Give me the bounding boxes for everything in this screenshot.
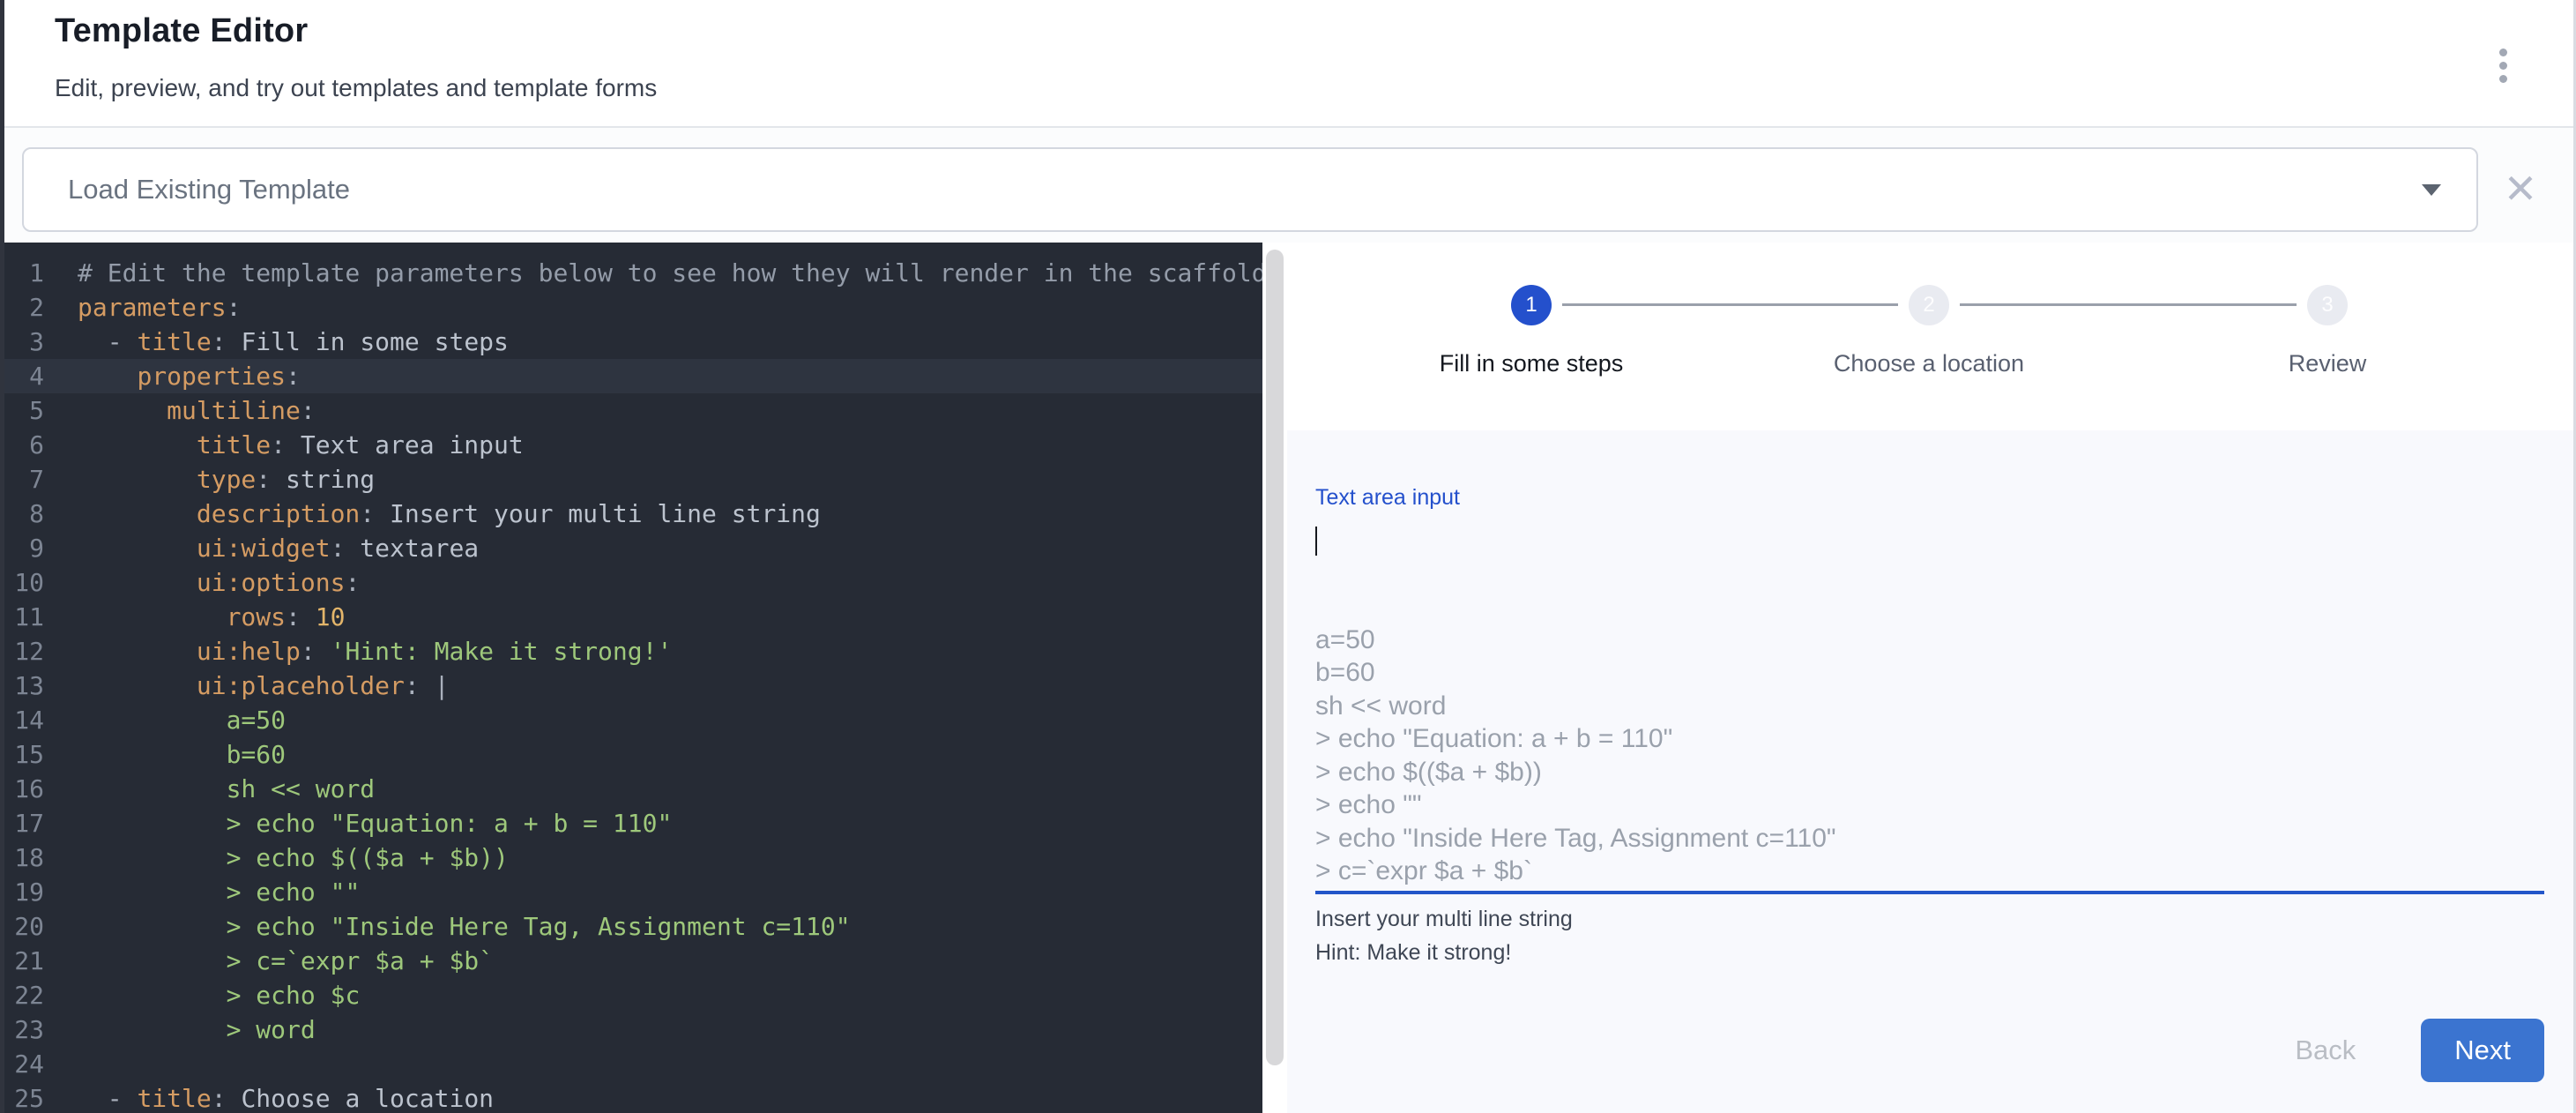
stepper-connector: [1960, 303, 2297, 306]
textarea-line: > echo "Inside Here Tag, Assignment c=11…: [1315, 822, 2544, 855]
editor-line-4: 4 properties:: [0, 359, 1262, 393]
editor-line-1: 1# Edit the template parameters below to…: [0, 256, 1262, 290]
line-number: 3: [0, 325, 44, 359]
editor-line-5: 5 multiline:: [0, 393, 1262, 428]
multiline-textarea[interactable]: a=50b=60sh << word> echo "Equation: a + …: [1315, 524, 2544, 891]
line-number: 20: [0, 909, 44, 944]
line-number: 22: [0, 978, 44, 1012]
line-number: 6: [0, 428, 44, 462]
textarea-line: sh << word: [1315, 690, 2544, 723]
kebab-menu-icon: [2499, 49, 2507, 56]
textarea-line: > c=`expr $a + $b`: [1315, 855, 2544, 888]
form-card: Text area input a=50b=60sh << word> echo…: [1287, 430, 2576, 1113]
line-number: 23: [0, 1012, 44, 1047]
line-number: 15: [0, 737, 44, 772]
editor-line-23: 23 > word: [0, 1012, 1262, 1047]
textarea-line: > echo $(($a + $b)): [1315, 756, 2544, 789]
step-label-3: Review: [2142, 350, 2513, 377]
editor-line-18: 18 > echo $(($a + $b)): [0, 840, 1262, 875]
caret-down-icon: [2422, 184, 2441, 196]
editor-line-6: 6 title: Text area input: [0, 428, 1262, 462]
line-number: 10: [0, 565, 44, 600]
editor-line-3: 3 - title: Fill in some steps: [0, 325, 1262, 359]
form-preview-panel: 1 Fill in some steps 2 Choose a location 3 Re…: [1287, 243, 2576, 1113]
line-number: 13: [0, 669, 44, 703]
line-number: 4: [0, 359, 44, 393]
next-button[interactable]: Next: [2421, 1019, 2544, 1082]
line-number: 1: [0, 256, 44, 290]
editor-line-12: 12 ui:help: 'Hint: Make it strong!': [0, 634, 1262, 669]
editor-line-22: 22 > echo $c: [0, 978, 1262, 1012]
editor-line-15: 15 b=60: [0, 737, 1262, 772]
page-title: Template Editor: [55, 12, 308, 50]
line-number: 7: [0, 462, 44, 497]
page-left-border: [0, 0, 4, 1113]
line-number: 18: [0, 840, 44, 875]
line-number: 25: [0, 1081, 44, 1113]
editor-line-7: 7 type: string: [0, 462, 1262, 497]
line-number: 19: [0, 875, 44, 909]
editor-code: 1# Edit the template parameters below to…: [0, 256, 1262, 1113]
editor-line-24: 24: [0, 1047, 1262, 1081]
editor-line-2: 2parameters:: [0, 290, 1262, 325]
textarea-line: b=60: [1315, 656, 2544, 690]
kebab-menu-button[interactable]: [2483, 42, 2522, 88]
textarea-line: > echo "Equation: a + b = 110": [1315, 722, 2544, 756]
field-label: Text area input: [1315, 485, 2544, 511]
editor-scrollbar-thumb[interactable]: [1266, 250, 1284, 1065]
line-number: 8: [0, 497, 44, 531]
step-label-2: Choose a location: [1744, 350, 2114, 377]
editor-line-21: 21 > c=`expr $a + $b`: [0, 944, 1262, 978]
code-editor[interactable]: 1# Edit the template parameters below to…: [0, 243, 1262, 1113]
load-template-select[interactable]: Load Existing Template: [22, 147, 2478, 232]
editor-line-14: 14 a=50: [0, 703, 1262, 737]
textarea-line: a=50: [1315, 624, 2544, 657]
back-button[interactable]: Back: [2279, 1026, 2371, 1075]
line-number: 12: [0, 634, 44, 669]
line-number: 16: [0, 772, 44, 806]
line-number: 5: [0, 393, 44, 428]
stepper: 1 Fill in some steps 2 Choose a location 3 Re…: [1287, 243, 2576, 430]
step-label-1: Fill in some steps: [1346, 350, 1716, 377]
editor-line-8: 8 description: Insert your multi line st…: [0, 497, 1262, 531]
textarea-focus-underline: [1315, 891, 2544, 894]
editor-line-16: 16 sh << word: [0, 772, 1262, 806]
form-actions: Back Next: [1315, 1019, 2544, 1082]
line-number: 11: [0, 600, 44, 634]
editor-line-10: 10 ui:options:: [0, 565, 1262, 600]
line-number: 14: [0, 703, 44, 737]
line-number: 2: [0, 290, 44, 325]
main-split: 1# Edit the template parameters below to…: [0, 243, 2576, 1113]
clear-selection-button[interactable]: ✕: [2496, 140, 2545, 237]
textarea-line: > echo $c: [1315, 888, 2544, 892]
field-description: Insert your multi line string: [1315, 906, 2544, 932]
editor-line-17: 17 > echo "Equation: a + b = 110": [0, 806, 1262, 840]
field-help: Hint: Make it strong!: [1315, 939, 2544, 966]
line-number: 9: [0, 531, 44, 565]
line-number: 17: [0, 806, 44, 840]
editor-line-11: 11 rows: 10: [0, 600, 1262, 634]
line-number: 24: [0, 1047, 44, 1081]
line-number: 21: [0, 944, 44, 978]
editor-scrollbar: [1262, 243, 1287, 1113]
text-cursor: [1315, 527, 1317, 556]
load-template-bar: Load Existing Template ✕: [4, 126, 2573, 243]
page-subtitle: Edit, preview, and try out templates and…: [55, 74, 657, 102]
stepper-connector: [1562, 303, 1898, 306]
editor-line-19: 19 > echo "": [0, 875, 1262, 909]
step-circle-1: 1: [1511, 285, 1552, 325]
step-circle-2: 2: [1909, 285, 1949, 325]
step-circle-3: 3: [2307, 285, 2348, 325]
editor-line-9: 9 ui:widget: textarea: [0, 531, 1262, 565]
editor-line-13: 13 ui:placeholder: |: [0, 669, 1262, 703]
editor-line-25: 25 - title: Choose a location: [0, 1081, 1262, 1113]
page-header: Template Editor Edit, preview, and try o…: [4, 0, 2573, 126]
textarea-line: > echo "": [1315, 788, 2544, 822]
editor-line-20: 20 > echo "Inside Here Tag, Assignment c…: [0, 909, 1262, 944]
load-template-placeholder: Load Existing Template: [68, 174, 2422, 205]
